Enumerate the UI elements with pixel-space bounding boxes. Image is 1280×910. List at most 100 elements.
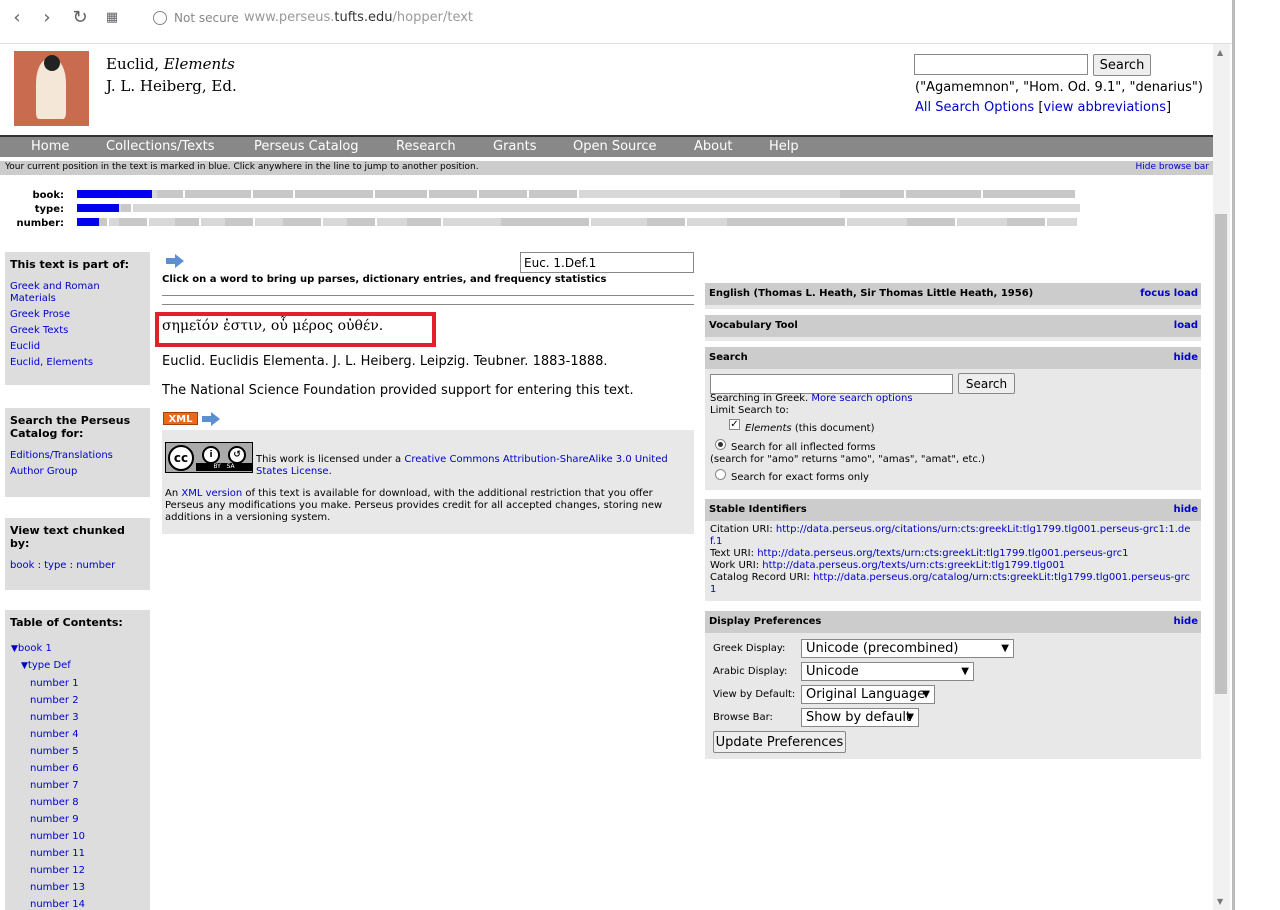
scroll-thumb[interactable] (1215, 214, 1227, 694)
toc-number-1[interactable]: number 1 (30, 678, 79, 689)
toc-expanded-icon: ▼ (11, 644, 18, 654)
greek-display-value: Unicode (precombined) (806, 641, 959, 656)
greek-display-select[interactable]: Unicode (precombined) ▼ (801, 639, 1014, 658)
back-icon[interactable]: ‹ (8, 9, 26, 27)
toc-number-3[interactable]: number 3 (30, 712, 79, 723)
nav-about[interactable]: About (694, 139, 732, 154)
nav-grants[interactable]: Grants (493, 139, 537, 154)
toc-book-label: book 1 (17, 643, 52, 654)
browse-bar-pref-select[interactable]: Show by default ▼ (801, 708, 919, 727)
scroll-up-icon[interactable]: ▲ (1217, 48, 1223, 57)
limit-search-label: Limit Search to: (710, 405, 789, 416)
inflected-forms-note: (search for "amo" returns "amo", "amas",… (710, 454, 985, 465)
view-abbreviations-link[interactable]: view abbreviations (1043, 100, 1166, 115)
text-search-button[interactable]: Search (958, 373, 1015, 394)
work-uri-link[interactable]: http://data.perseus.org/texts/urn:cts:gr… (762, 560, 1065, 571)
part-of-link-elements[interactable]: Euclid, Elements (10, 357, 145, 369)
exact-forms-radio[interactable] (715, 469, 726, 480)
arabic-display-select[interactable]: Unicode ▼ (801, 662, 974, 681)
scroll-down-icon[interactable]: ▼ (1217, 897, 1223, 906)
perseus-logo[interactable] (14, 51, 89, 126)
toc-number-11[interactable]: number 11 (30, 848, 85, 859)
address-bar[interactable]: www.perseus.tufts.edu/hopper/text (244, 10, 473, 25)
xml-badge[interactable]: XML (163, 412, 198, 425)
text-uri-link[interactable]: http://data.perseus.org/texts/urn:cts:gr… (757, 548, 1128, 559)
chunk-by-number[interactable]: number (76, 560, 115, 571)
page-scrollbar[interactable]: ▲ ▼ (1213, 44, 1230, 910)
toc-number-6[interactable]: number 6 (30, 763, 79, 774)
browse-current-number (77, 218, 99, 226)
toc-type-def[interactable]: ▼type Def (21, 660, 71, 671)
hide-browse-bar-link[interactable]: Hide browse bar (1136, 162, 1209, 172)
reload-icon[interactable]: ↻ (71, 9, 89, 27)
hide-search-link[interactable]: hide (1174, 352, 1199, 363)
part-of-link-greek-roman[interactable]: Greek and Roman Materials (10, 281, 145, 305)
toc-number-8[interactable]: number 8 (30, 797, 79, 808)
catalog-uri-label: Catalog Record URI: (710, 572, 810, 583)
browser-toolbar: ‹ › ↻ ▦ Not secure www.perseus.tufts.edu… (0, 0, 1235, 44)
forward-icon[interactable]: › (38, 9, 56, 27)
main-nav: Home Collections/Texts Perseus Catalog R… (0, 135, 1213, 157)
cc-license-badge[interactable]: cc i ↺ BY SA (165, 442, 253, 473)
nav-collections[interactable]: Collections/Texts (106, 139, 215, 154)
nav-home[interactable]: Home (31, 139, 69, 154)
more-search-options-link[interactable]: More search options (811, 393, 912, 404)
catalog-uri-row: Catalog Record URI: http://data.perseus.… (710, 572, 1196, 596)
search-panel-title: Search (709, 352, 748, 363)
inflected-forms-radio[interactable] (715, 439, 726, 450)
text-uri-row: Text URI: http://data.perseus.org/texts/… (710, 548, 1196, 560)
toc-number-7[interactable]: number 7 (30, 780, 79, 791)
toc-number-12[interactable]: number 12 (30, 865, 85, 876)
chunk-separator: : (37, 560, 41, 571)
load-english-link[interactable]: load (1174, 288, 1198, 299)
toc-number-10[interactable]: number 10 (30, 831, 85, 842)
part-of-link-euclid[interactable]: Euclid (10, 341, 145, 353)
load-vocab-link[interactable]: load (1174, 320, 1198, 331)
next-section-arrow-icon[interactable] (166, 254, 184, 268)
hide-stable-ids-link[interactable]: hide (1174, 504, 1199, 515)
citation-uri-link[interactable]: http://data.perseus.org/citations/urn:ct… (710, 524, 1190, 547)
hide-display-prefs-link[interactable]: hide (1174, 616, 1199, 627)
vocab-panel-title: Vocabulary Tool (709, 320, 798, 331)
nav-catalog[interactable]: Perseus Catalog (254, 139, 359, 154)
browse-bar-number[interactable] (77, 218, 1077, 226)
toc-number-4[interactable]: number 4 (30, 729, 79, 740)
chunk-by-type[interactable]: type (44, 560, 66, 571)
greek-text[interactable]: σημεῖόν ἐστιν, οὗ μέρος οὐθέν. (162, 318, 383, 334)
toc-number-9[interactable]: number 9 (30, 814, 79, 825)
security-label[interactable]: Not secure (174, 11, 239, 25)
cc-icon: cc (168, 445, 194, 471)
limit-elements-checkbox[interactable]: ✓ (729, 419, 740, 430)
toc-number-2[interactable]: number 2 (30, 695, 79, 706)
xml-download-arrow-icon[interactable] (202, 412, 220, 426)
part-of-link-greek-prose[interactable]: Greek Prose (10, 309, 145, 321)
catalog-link-editions[interactable]: Editions/Translations (10, 450, 145, 462)
toc-number-14[interactable]: number 14 (30, 899, 85, 910)
browse-bar-type[interactable] (77, 204, 1080, 212)
top-search-button[interactable]: Search (1093, 54, 1151, 76)
part-of-link-greek-texts[interactable]: Greek Texts (10, 325, 145, 337)
nav-open-source[interactable]: Open Source (573, 139, 657, 154)
citation-input[interactable] (520, 252, 694, 273)
not-secure-icon[interactable] (153, 11, 167, 25)
xml-version-link[interactable]: XML version (181, 488, 242, 499)
browse-bar-book[interactable] (77, 190, 1077, 198)
cc-by-label: BY (213, 463, 221, 470)
toc-number-5[interactable]: number 5 (30, 746, 79, 757)
toc-book-1[interactable]: ▼book 1 (11, 643, 52, 654)
update-preferences-button[interactable]: Update Preferences (713, 731, 846, 753)
apps-grid-icon[interactable]: ▦ (103, 9, 121, 27)
catalog-link-author-group[interactable]: Author Group (10, 466, 145, 478)
text-search-input[interactable] (710, 374, 953, 394)
stable-ids-title: Stable Identifiers (709, 504, 807, 515)
chunk-by-book[interactable]: book (10, 560, 34, 571)
nav-research[interactable]: Research (396, 139, 456, 154)
nav-help[interactable]: Help (769, 139, 799, 154)
view-default-select[interactable]: Original Language ▼ (801, 685, 935, 704)
toc-number-13[interactable]: number 13 (30, 882, 85, 893)
focus-link[interactable]: focus (1140, 288, 1170, 299)
all-search-options-link[interactable]: All Search Options (915, 100, 1034, 115)
inflected-forms-label: Search for all inflected forms (731, 442, 876, 453)
part-of-box: This text is part of: Greek and Roman Ma… (5, 252, 150, 385)
top-search-input[interactable] (914, 54, 1088, 75)
